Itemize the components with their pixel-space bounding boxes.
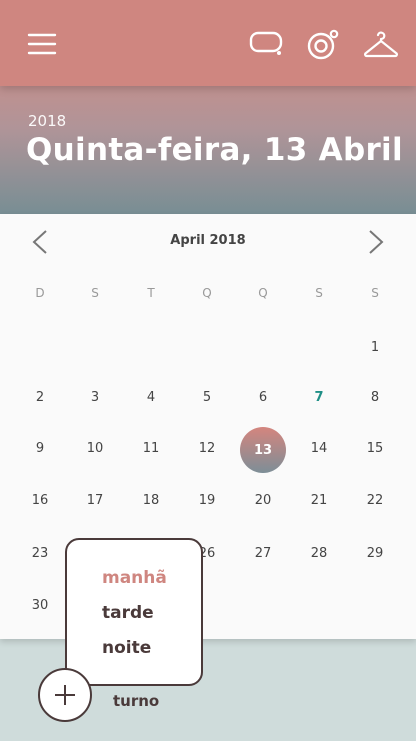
calendar-day[interactable]: 8	[355, 390, 395, 410]
calendar: April 2018 DSTQQSS 1 2 3 4 5 6 7 8 9 10 11 12 13 14 15…	[0, 214, 416, 639]
popup-item-tarde[interactable]: tarde	[102, 603, 154, 623]
calendar-day[interactable]: 7	[299, 390, 339, 410]
weekday-label: T	[147, 286, 155, 300]
shift-popup-menu: manhã tarde noite	[65, 538, 203, 686]
calendar-day[interactable]: 11	[131, 441, 171, 461]
calendar-day[interactable]: 21	[299, 493, 339, 513]
calendar-day[interactable]: 10	[75, 441, 115, 461]
calendar-day[interactable]: 28	[299, 546, 339, 566]
calendar-day[interactable]: 14	[299, 441, 339, 461]
popup-item-manha[interactable]: manhã	[102, 568, 167, 588]
calendar-day[interactable]: 19	[187, 493, 227, 513]
calendar-day[interactable]: 23	[20, 546, 60, 566]
calendar-day[interactable]: 17	[75, 493, 115, 513]
calendar-day[interactable]: 4	[131, 390, 171, 410]
weekday-label: S	[315, 286, 323, 300]
weekday-label: S	[91, 286, 99, 300]
hanger-icon[interactable]	[361, 24, 401, 64]
calendar-day[interactable]: 22	[355, 493, 395, 513]
chat-icon[interactable]	[246, 24, 286, 64]
calendar-day[interactable]: 2	[20, 390, 60, 410]
calendar-day[interactable]: 20	[243, 493, 283, 513]
selected-day[interactable]: 13	[240, 427, 286, 473]
calendar-day[interactable]: 30	[20, 598, 60, 618]
menu-icon[interactable]	[22, 24, 62, 64]
page-title: Quinta-feira, 13 Abril	[26, 132, 403, 168]
calendar-day[interactable]: 6	[243, 390, 283, 410]
header: 2018 Quinta-feira, 13 Abril	[0, 0, 416, 214]
ring-icon[interactable]	[303, 24, 343, 64]
fab-label: turno	[113, 692, 160, 710]
add-shift-button[interactable]	[38, 668, 92, 722]
month-label: April 2018	[170, 233, 246, 248]
popup-item-noite[interactable]: noite	[102, 638, 151, 658]
calendar-day[interactable]: 29	[355, 546, 395, 566]
calendar-day[interactable]: 9	[20, 441, 60, 461]
calendar-day[interactable]: 1	[355, 340, 395, 360]
calendar-day[interactable]: 12	[187, 441, 227, 461]
next-month-icon[interactable]	[362, 228, 390, 256]
weekday-label: S	[371, 286, 379, 300]
plus-icon	[55, 685, 75, 705]
calendar-day[interactable]: 18	[131, 493, 171, 513]
calendar-day[interactable]: 3	[75, 390, 115, 410]
weekday-label: Q	[202, 286, 212, 300]
calendar-day[interactable]: 15	[355, 441, 395, 461]
weekday-label: Q	[258, 286, 268, 300]
calendar-day[interactable]: 16	[20, 493, 60, 513]
calendar-day[interactable]: 27	[243, 546, 283, 566]
weekday-label: D	[35, 286, 45, 300]
calendar-day[interactable]: 5	[187, 390, 227, 410]
app-bar	[0, 0, 416, 86]
year-label: 2018	[28, 112, 67, 130]
